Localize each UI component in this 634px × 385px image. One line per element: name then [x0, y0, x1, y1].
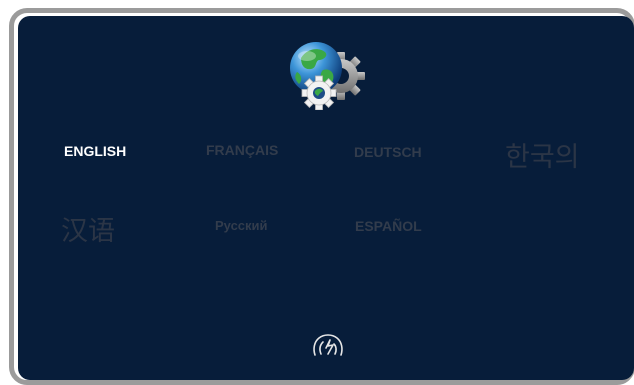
language-option-english[interactable]: ENGLISH: [64, 143, 126, 159]
language-option-russian[interactable]: Русский: [215, 218, 268, 233]
language-option-german[interactable]: DEUTSCH: [354, 144, 422, 160]
language-option-korean[interactable]: 한국의: [505, 135, 580, 174]
globe-gears-icon: [290, 42, 365, 110]
swipe-gesture-icon[interactable]: [310, 332, 346, 358]
language-option-chinese[interactable]: 汉语: [61, 209, 115, 248]
language-selection-panel: ENGLISH FRANÇAIS DEUTSCH 한국의 汉语 Русский …: [18, 16, 634, 380]
language-option-french[interactable]: FRANÇAIS: [206, 142, 278, 158]
language-option-spanish[interactable]: ESPAÑOL: [355, 218, 422, 234]
